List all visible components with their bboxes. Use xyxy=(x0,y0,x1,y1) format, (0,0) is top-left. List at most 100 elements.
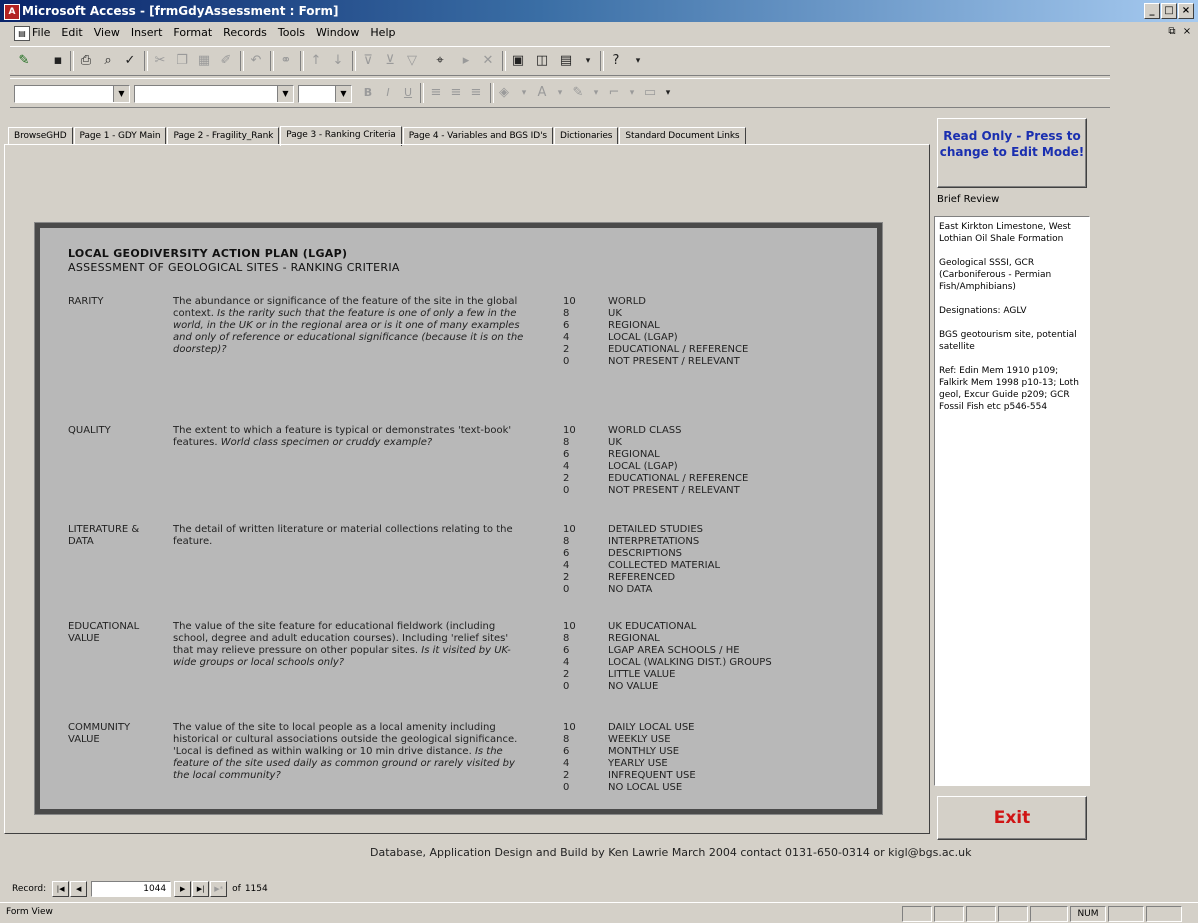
line-color-dropdown-icon[interactable]: ▾ xyxy=(586,83,606,103)
align-center-icon[interactable]: ≡ xyxy=(446,83,466,103)
new-object-dropdown-icon[interactable]: ▾ xyxy=(578,51,598,71)
score: 6 xyxy=(563,548,570,559)
exit-button[interactable]: Exit xyxy=(937,796,1087,840)
criterion-description: The detail of written literature or mate… xyxy=(173,524,528,548)
criterion-name: LITERATURE & DATA xyxy=(68,524,140,547)
level-label: REGIONAL xyxy=(608,449,660,460)
properties-icon[interactable]: ▣ xyxy=(508,51,528,71)
doc-close-button[interactable]: × xyxy=(1180,26,1194,39)
print-icon[interactable]: ⎙ xyxy=(76,51,96,71)
score: 6 xyxy=(563,746,570,757)
new-object-icon[interactable]: ▤ xyxy=(556,51,576,71)
fill-color-dropdown-icon[interactable]: ▾ xyxy=(514,83,534,103)
brief-paragraph: Geological SSSI, GCR (Carboniferous - Pe… xyxy=(939,258,1052,292)
edit-mode-toggle-button[interactable]: Read Only - Press to change to Edit Mode… xyxy=(937,118,1087,188)
criterion-name: RARITY xyxy=(68,296,104,307)
tab-strip: BrowseGHD Page 1 - GDY Main Page 2 - Fra… xyxy=(8,123,747,146)
restore-button[interactable]: □ xyxy=(1161,3,1177,19)
menu-view[interactable]: View xyxy=(94,26,120,39)
tab-page-2-fragility-rank[interactable]: Page 2 - Fragility_Rank xyxy=(167,127,280,145)
underline-icon[interactable]: U xyxy=(398,83,418,103)
level-label: REGIONAL xyxy=(608,320,660,331)
tab-page-3-ranking-criteria[interactable]: Page 3 - Ranking Criteria xyxy=(280,126,402,146)
minimize-button[interactable]: _ xyxy=(1144,3,1160,19)
align-right-icon[interactable]: ≡ xyxy=(466,83,486,103)
previous-record-button[interactable]: ◀ xyxy=(70,881,88,897)
last-record-button[interactable]: ▶| xyxy=(192,881,210,897)
line-color-icon[interactable]: ✎ xyxy=(568,83,588,103)
form-icon[interactable]: ▤ xyxy=(14,26,30,41)
undo-icon[interactable]: ↶ xyxy=(246,51,266,71)
sort-ascending-icon[interactable]: ↑ xyxy=(306,51,326,71)
menu-help[interactable]: Help xyxy=(370,26,395,39)
menu-format[interactable]: Format xyxy=(173,26,212,39)
score: 0 xyxy=(563,356,570,367)
level-label: WORLD CLASS xyxy=(608,425,682,436)
first-record-button[interactable]: |◀ xyxy=(52,881,70,897)
sort-descending-icon[interactable]: ↓ xyxy=(328,51,348,71)
tab-standard-document-links[interactable]: Standard Document Links xyxy=(619,127,746,145)
menu-insert[interactable]: Insert xyxy=(131,26,163,39)
special-effect-icon[interactable]: ▭ xyxy=(640,83,660,103)
status-indicator xyxy=(902,906,932,922)
score: 10 xyxy=(563,296,576,307)
tab-page-4-variables[interactable]: Page 4 - Variables and BGS ID's xyxy=(402,127,554,145)
line-width-dropdown-icon[interactable]: ▾ xyxy=(622,83,642,103)
paste-icon[interactable]: ▦ xyxy=(194,51,214,71)
level-label: NO DATA xyxy=(608,584,653,595)
filter-by-form-icon[interactable]: ⊻ xyxy=(380,51,400,71)
level-label: DAILY LOCAL USE xyxy=(608,722,695,733)
score: 2 xyxy=(563,344,570,355)
menu-records[interactable]: Records xyxy=(223,26,267,39)
fill-color-icon[interactable]: ◈ xyxy=(494,83,514,103)
menu-window[interactable]: Window xyxy=(316,26,359,39)
menu-bar: ▤ File Edit View Insert Format Records T… xyxy=(0,22,1198,44)
italic-icon[interactable]: I xyxy=(378,83,398,103)
formatting-toolbar: ▼ ▼ ▼ B I U ≡ ≡ ≡ ◈ ▾ A ▾ ✎ ▾ ⌐ ▾ ▭ ▾ xyxy=(10,78,1110,108)
bold-icon[interactable]: B xyxy=(358,83,378,103)
new-record-icon[interactable]: ▸ xyxy=(456,51,476,71)
apply-filter-icon[interactable]: ▽ xyxy=(402,51,422,71)
level-label: DETAILED STUDIES xyxy=(608,524,703,535)
menu-file[interactable]: File xyxy=(32,26,50,39)
tab-dictionaries[interactable]: Dictionaries xyxy=(554,127,619,145)
level-label: INFREQUENT USE xyxy=(608,770,696,781)
score: 4 xyxy=(563,657,570,668)
database-window-icon[interactable]: ◫ xyxy=(532,51,552,71)
record-number-input[interactable]: 1044 xyxy=(91,881,172,897)
criterion-scores: 10 8 6 4 2 0 xyxy=(563,524,583,596)
next-record-button[interactable]: ▶ xyxy=(174,881,192,897)
toolbar-options-icon[interactable]: ▾ xyxy=(628,51,648,71)
record-label: Record: xyxy=(12,884,47,894)
brief-review-textbox[interactable]: East Kirkton Limestone, West Lothian Oil… xyxy=(934,216,1090,786)
object-combo[interactable]: ▼ xyxy=(14,85,130,103)
close-button[interactable]: × xyxy=(1178,3,1194,19)
format-painter-icon[interactable]: ✐ xyxy=(216,51,236,71)
menu-edit[interactable]: Edit xyxy=(61,26,82,39)
tab-page-1-gdy-main[interactable]: Page 1 - GDY Main xyxy=(73,127,167,145)
delete-record-icon[interactable]: ✕ xyxy=(478,51,498,71)
new-record-button[interactable]: ▶* xyxy=(210,881,228,897)
help-icon[interactable]: ? xyxy=(606,51,626,71)
font-color-icon[interactable]: A xyxy=(532,83,552,103)
insert-hyperlink-icon[interactable]: ⚭ xyxy=(276,51,296,71)
criterion-levels: WORLD CLASS UK REGIONAL LOCAL (LGAP) EDU… xyxy=(608,425,868,497)
copy-icon[interactable]: ❐ xyxy=(172,51,192,71)
font-color-dropdown-icon[interactable]: ▾ xyxy=(550,83,570,103)
score: 0 xyxy=(563,681,570,692)
menu-tools[interactable]: Tools xyxy=(278,26,305,39)
cut-icon[interactable]: ✂ xyxy=(150,51,170,71)
find-icon[interactable]: ⌖ xyxy=(430,51,450,71)
font-name-combo[interactable]: ▼ xyxy=(134,85,294,103)
view-icon[interactable]: ✎ xyxy=(14,51,34,71)
print-preview-icon[interactable]: ⌕ xyxy=(98,51,118,71)
line-width-icon[interactable]: ⌐ xyxy=(604,83,624,103)
filter-by-selection-icon[interactable]: ⊽ xyxy=(358,51,378,71)
special-effect-dropdown-icon[interactable]: ▾ xyxy=(658,83,678,103)
doc-restore-button[interactable]: ⧉ xyxy=(1165,26,1179,39)
tab-browseghd[interactable]: BrowseGHD xyxy=(8,127,73,145)
spelling-icon[interactable]: ✓ xyxy=(120,51,140,71)
align-left-icon[interactable]: ≡ xyxy=(426,83,446,103)
save-icon[interactable]: ▪ xyxy=(48,51,68,71)
font-size-combo[interactable]: ▼ xyxy=(298,85,352,103)
